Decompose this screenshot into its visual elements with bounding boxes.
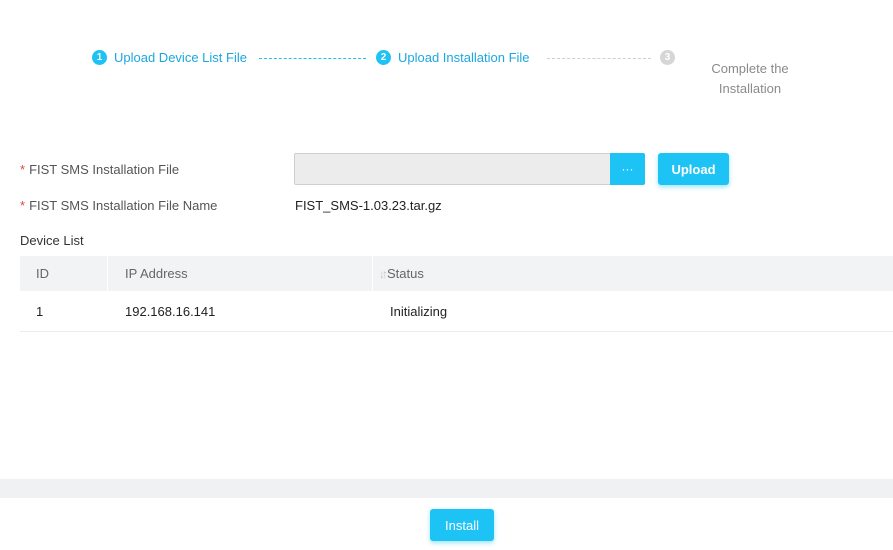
installation-file-input[interactable] bbox=[294, 153, 610, 185]
install-button[interactable]: Install bbox=[430, 509, 494, 541]
required-marker: * bbox=[20, 162, 26, 177]
device-table: ID IP Address ↓↑ Status 1 192.168.16.141… bbox=[20, 256, 893, 332]
upload-button[interactable]: Upload bbox=[658, 153, 729, 185]
step-label-3: Complete the Installation bbox=[711, 61, 789, 96]
required-marker: * bbox=[20, 198, 26, 213]
step-complete-installation: 3 Complete the Installation bbox=[660, 50, 795, 99]
step-upload-installation-file: 2 Upload Installation File bbox=[376, 50, 530, 65]
column-header-status[interactable]: ↓↑ Status bbox=[373, 256, 893, 291]
step-number-3: 3 bbox=[660, 50, 675, 65]
step-number-2: 2 bbox=[376, 50, 391, 65]
column-header-id-label: ID bbox=[36, 266, 49, 281]
step-label-1: Upload Device List File bbox=[114, 50, 247, 65]
column-header-status-label: Status bbox=[387, 266, 424, 281]
column-header-ip: IP Address bbox=[108, 256, 373, 291]
cell-status: Initializing bbox=[390, 303, 448, 319]
installation-file-label: FIST SMS Installation File bbox=[29, 162, 180, 177]
sort-arrows-icon[interactable]: ↓↑ bbox=[379, 267, 388, 281]
column-header-ip-label: IP Address bbox=[125, 266, 188, 281]
footer-divider bbox=[0, 479, 893, 498]
file-name-label: FIST SMS Installation File Name bbox=[29, 198, 218, 213]
step-connector-1 bbox=[259, 58, 366, 59]
column-header-id: ID bbox=[20, 256, 108, 291]
table-header: ID IP Address ↓↑ Status bbox=[20, 256, 893, 291]
cell-ip: 192.168.16.141 bbox=[125, 303, 216, 319]
installation-file-row: * FIST SMS Installation File bbox=[20, 162, 179, 177]
step-upload-device-list: 1 Upload Device List File bbox=[92, 50, 247, 65]
file-name-value: FIST_SMS-1.03.23.tar.gz bbox=[295, 198, 442, 213]
step-label-2: Upload Installation File bbox=[398, 50, 530, 65]
step-number-1: 1 bbox=[92, 50, 107, 65]
browse-button[interactable]: ··· bbox=[610, 153, 645, 185]
device-list-title: Device List bbox=[20, 233, 84, 248]
table-row: 1 192.168.16.141 Initializing bbox=[20, 291, 893, 332]
file-name-row: * FIST SMS Installation File Name bbox=[20, 198, 217, 213]
cell-id: 1 bbox=[36, 303, 44, 319]
step-connector-2 bbox=[547, 58, 651, 59]
install-stepper: 1 Upload Device List File 2 Upload Insta… bbox=[92, 48, 812, 96]
